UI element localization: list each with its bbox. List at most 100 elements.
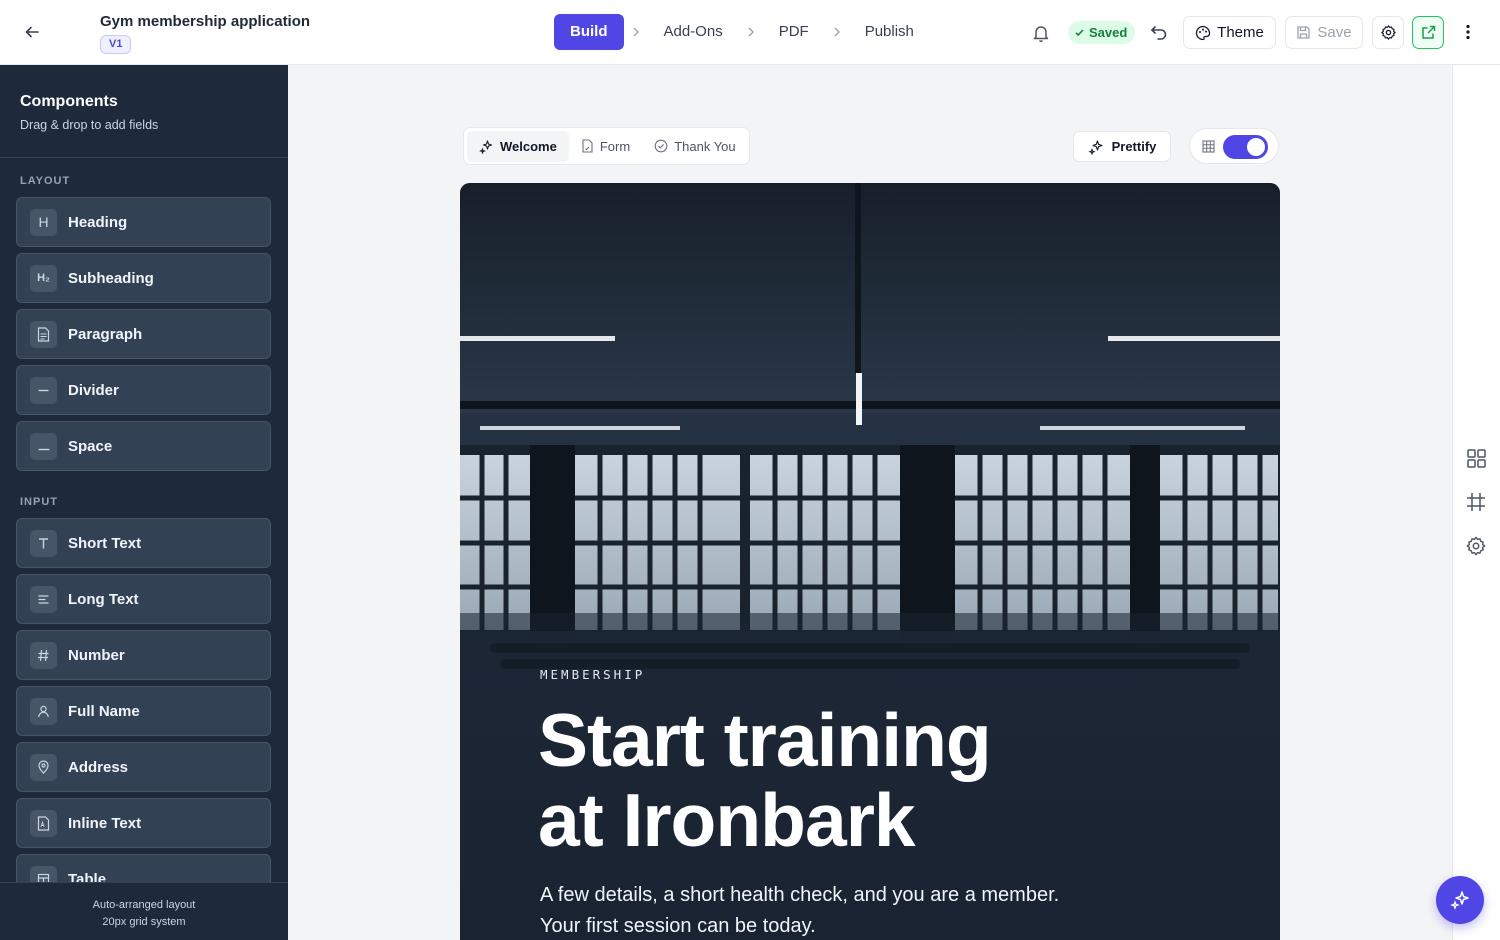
tab-form[interactable]: Form (569, 131, 642, 162)
workflow-steps: Build Add-Ons PDF Publish (554, 14, 930, 50)
tab-label: Welcome (500, 138, 557, 154)
component-number[interactable]: Number (16, 630, 271, 680)
component-label: Long Text (68, 590, 139, 608)
top-bar: Gym membership application V1 Build Add-… (0, 0, 1500, 65)
tab-label: Form (599, 138, 631, 154)
hash-icon (30, 641, 57, 669)
grid-toggle[interactable] (1223, 135, 1268, 159)
text-icon (30, 529, 57, 557)
tab-label: Thank You (674, 138, 736, 154)
toggle-knob (1247, 138, 1265, 156)
component-divider[interactable]: Divider (16, 365, 271, 415)
chevron-right-icon (739, 26, 763, 38)
inline-text-icon (30, 809, 57, 837)
headline-line: at Ironbark (538, 778, 916, 862)
heading-icon: H (30, 208, 57, 236)
save-label: Save (1317, 24, 1352, 41)
subheading-icon: H₂ (30, 264, 57, 292)
check-icon (1075, 29, 1084, 37)
section-label-layout: LAYOUT (20, 175, 71, 187)
sparkles-icon (1450, 891, 1469, 910)
grid-icon (1202, 140, 1215, 153)
sidebar-title: Components (20, 93, 118, 110)
saved-status-badge: Saved (1068, 21, 1136, 44)
save-icon (1297, 26, 1311, 39)
open-external-button[interactable] (1412, 16, 1444, 49)
space-icon (30, 432, 57, 460)
paragraph-icon (30, 320, 57, 348)
map-pin-icon (30, 753, 57, 781)
component-label: Short Text (68, 534, 142, 552)
ai-assistant-button[interactable] (1436, 876, 1484, 924)
subtext-line: Your first session can be today. (540, 915, 816, 937)
component-label: Number (68, 646, 125, 664)
gear-icon (1380, 25, 1396, 40)
user-icon (30, 697, 57, 725)
tab-welcome[interactable]: Welcome (467, 130, 569, 162)
step-add-ons[interactable]: Add-Ons (648, 14, 739, 50)
component-label: Inline Text (68, 814, 142, 832)
grid-layout-icon[interactable] (1465, 447, 1489, 471)
long-text-icon (30, 585, 57, 613)
divider-icon (30, 376, 57, 404)
saved-label: Saved (1089, 25, 1128, 40)
tab-thank-you[interactable]: Thank You (642, 131, 747, 162)
grid-toggle-group (1189, 128, 1279, 164)
frame-icon[interactable] (1465, 491, 1489, 515)
form-icon (582, 139, 593, 153)
external-link-icon (1421, 25, 1435, 39)
component-label: Address (68, 758, 129, 776)
chevron-right-icon (624, 26, 648, 38)
settings-button[interactable] (1372, 16, 1404, 49)
grid-note: 20px grid system (102, 916, 186, 928)
headline-line: Start training (538, 698, 992, 782)
back-arrow-icon[interactable] (18, 18, 46, 46)
sparkles-icon (479, 139, 493, 154)
component-label: Space (68, 437, 113, 455)
sparkles-icon (1087, 139, 1103, 155)
component-label: Heading (68, 213, 128, 231)
sidebar-subtitle: Drag & drop to add fields (20, 118, 159, 132)
theme-label: Theme (1217, 24, 1264, 41)
prettify-button[interactable]: Prettify (1073, 131, 1171, 162)
form-title[interactable]: Gym membership application (100, 13, 310, 30)
hero-headline: Start training at Ironbark (538, 698, 992, 862)
sidebar-footer: Auto-arranged layout 20px grid system (0, 882, 288, 940)
component-paragraph[interactable]: Paragraph (16, 309, 271, 359)
component-label: Full Name (68, 702, 140, 720)
component-label: Subheading (68, 269, 154, 287)
palette-icon (1196, 25, 1211, 40)
hero-subtext: A few details, a short health check, and… (540, 880, 1180, 940)
gear-icon[interactable] (1465, 535, 1489, 559)
component-label: Paragraph (68, 325, 143, 343)
more-vertical-icon[interactable] (1456, 18, 1480, 46)
step-publish[interactable]: Publish (849, 14, 930, 50)
step-build[interactable]: Build (554, 14, 624, 50)
version-badge: V1 (100, 35, 132, 54)
subtext-line: A few details, a short health check, and… (540, 884, 1060, 906)
welcome-hero-card[interactable]: MEMBERSHIP Start training at Ironbark A … (460, 183, 1280, 940)
page-tabs: Welcome Form Thank You (463, 127, 750, 165)
component-heading[interactable]: H Heading (16, 197, 271, 247)
component-inline-text[interactable]: Inline Text (16, 798, 271, 848)
component-space[interactable]: Space (16, 421, 271, 471)
components-sidebar: Components Drag & drop to add fields LAY… (0, 65, 288, 940)
component-label: Divider (68, 381, 119, 399)
component-full-name[interactable]: Full Name (16, 686, 271, 736)
save-button[interactable]: Save (1285, 16, 1363, 49)
bell-icon[interactable] (1028, 20, 1054, 46)
component-subheading[interactable]: H₂ Subheading (16, 253, 271, 303)
chevron-right-icon (825, 26, 849, 38)
section-label-input: INPUT (20, 496, 58, 508)
check-circle-icon (654, 139, 668, 153)
theme-button[interactable]: Theme (1183, 16, 1276, 49)
hero-eyebrow: MEMBERSHIP (540, 667, 646, 682)
undo-icon[interactable] (1147, 20, 1171, 44)
step-pdf[interactable]: PDF (763, 14, 825, 50)
component-address[interactable]: Address (16, 742, 271, 792)
component-short-text[interactable]: Short Text (16, 518, 271, 568)
layout-note: Auto-arranged layout (92, 899, 196, 911)
sidebar-header: Components Drag & drop to add fields (0, 65, 288, 158)
component-long-text[interactable]: Long Text (16, 574, 271, 624)
right-tool-rail (1452, 65, 1500, 940)
